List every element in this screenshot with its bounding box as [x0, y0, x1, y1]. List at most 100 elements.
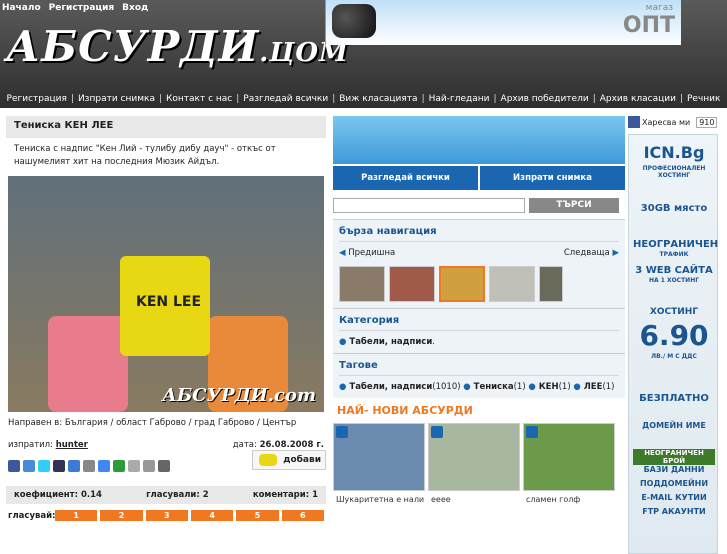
post-photo[interactable]: KEN LEE АБСУРДИ.com: [8, 176, 324, 412]
coefficient: коефициент: 0.14: [14, 490, 102, 500]
vote-button-3[interactable]: 3: [145, 510, 188, 521]
vote-button-6[interactable]: 6: [281, 510, 324, 521]
post-column: Тениска КЕН ЛЕЕ Тениска с надпис "Кен Ли…: [6, 116, 326, 527]
mainnav-send-photo[interactable]: Изпрати снимка: [78, 94, 155, 104]
mainnav-rankings-archive[interactable]: Архив класации: [600, 94, 676, 104]
category-item[interactable]: Табели, надписи.: [339, 337, 619, 347]
vote-label: гласувай:: [8, 510, 56, 521]
logo-text: АБСУРДИ: [6, 22, 260, 71]
post-description: Тениска с надпис "Кен Лий - тулибу дибу …: [14, 144, 276, 167]
newest-thumb[interactable]: сламен голф: [523, 423, 615, 504]
newest-thumb[interactable]: Шукаритетна е нали: [333, 423, 425, 504]
tag-count: (1): [602, 382, 615, 392]
print-icon[interactable]: [158, 460, 170, 472]
sender: изпратил: hunter: [8, 440, 88, 450]
ad-line: 30GB място: [640, 203, 708, 214]
vote-button-1[interactable]: 1: [55, 510, 98, 521]
site-logo[interactable]: АБСУРДИ.ЦОМ: [6, 22, 349, 71]
zoom-icon[interactable]: [336, 426, 348, 438]
thumb-2[interactable]: [389, 266, 435, 302]
comments-count[interactable]: коментари: 1: [253, 490, 318, 500]
ad-line: НЕОГРАНИЧЕН БРОЙ: [633, 449, 715, 465]
shop-small-text: магаз: [645, 3, 673, 13]
middle-banner[interactable]: [333, 116, 716, 276]
digg-icon[interactable]: [68, 460, 80, 472]
reddit-icon[interactable]: [143, 460, 155, 472]
tag-count: (1): [558, 382, 571, 392]
facebook-icon[interactable]: [8, 460, 20, 472]
zoom-icon[interactable]: [431, 426, 443, 438]
newest-caption[interactable]: сламен голф: [526, 495, 580, 504]
add-label: добави: [283, 455, 321, 465]
mainnav-dictionary[interactable]: Речник: [687, 94, 720, 104]
ad-line: ПРОФЕСИОНАЛЕН ХОСТИНГ: [642, 165, 706, 179]
delicious-icon[interactable]: [53, 460, 65, 472]
mainnav-most-viewed[interactable]: Най-гледани: [429, 94, 490, 104]
send-photo-button[interactable]: Изпрати снимка: [480, 166, 625, 190]
like-count: 910: [696, 116, 718, 128]
browse-all-button[interactable]: Разгледай всички: [333, 166, 478, 190]
ad-line: ТРАФИК: [659, 251, 689, 258]
tags-title: Тагове: [339, 360, 619, 376]
post-title: Тениска КЕН ЛЕЕ: [6, 116, 326, 138]
tags-section: Тагове Табели, надписи(1010) Тениска(1) …: [333, 353, 625, 398]
facebook-like[interactable]: Харесва ми 910: [628, 116, 718, 128]
post-stats: коефициент: 0.14 гласували: 2 коментари:…: [6, 486, 326, 504]
search-button[interactable]: ТЪРСИ: [529, 198, 619, 213]
tag-link[interactable]: Тениска: [463, 382, 513, 392]
nav-login-link[interactable]: Вход: [122, 3, 148, 13]
newest-thumb[interactable]: ееее: [428, 423, 520, 504]
category-title: Категория: [339, 315, 619, 331]
google-icon[interactable]: [98, 460, 110, 472]
thumb-5[interactable]: [539, 266, 563, 302]
sender-label: изпратил:: [8, 440, 53, 450]
add-button[interactable]: добави: [252, 450, 326, 470]
ad-line: 3 WEB САЙТА: [635, 265, 713, 276]
photo-shirt-pink: [48, 316, 128, 412]
like-label: Харесва ми: [642, 117, 691, 127]
add-icon: [259, 454, 277, 466]
vote-button-2[interactable]: 2: [100, 510, 143, 521]
top-banner-ad[interactable]: магаз ОПТ: [325, 0, 681, 45]
nav-register-link[interactable]: Регистрация: [49, 3, 115, 13]
hosting-ad[interactable]: ICN.Bg ПРОФЕСИОНАЛЕН ХОСТИНГ 30GB място …: [628, 134, 718, 554]
thumb-1[interactable]: [339, 266, 385, 302]
next-link[interactable]: Следваща ▶: [564, 248, 619, 258]
tag-link[interactable]: ЛЕЕ: [573, 382, 602, 392]
quick-nav-title: бърза навигация: [339, 226, 619, 242]
nav-home-link[interactable]: Начало: [2, 3, 41, 13]
ad-line: БАЗИ ДАННИ: [643, 465, 705, 474]
twitter-icon[interactable]: [38, 460, 50, 472]
main-nav: Регистрация | Изпрати снимка | Контакт с н…: [6, 94, 721, 104]
mainnav-browse-all[interactable]: Разгледай всички: [243, 94, 328, 104]
stumble-icon[interactable]: [113, 460, 125, 472]
mainnav-ranking[interactable]: Виж класацията: [339, 94, 417, 104]
category-link[interactable]: Табели, надписи: [339, 337, 432, 347]
newest-caption[interactable]: Шукаритетна е нали: [336, 495, 424, 504]
mainnav-winners-archive[interactable]: Архив победители: [501, 94, 589, 104]
thumb-4[interactable]: [489, 266, 535, 302]
tag-link[interactable]: Табели, надписи: [339, 382, 432, 392]
sender-link[interactable]: hunter: [56, 440, 88, 450]
prev-link[interactable]: ◀ Предишна: [339, 248, 395, 258]
ad-line: E-MAIL КУТИИ: [641, 493, 707, 502]
tag-link[interactable]: КЕН: [528, 382, 558, 392]
tag-count: (1): [513, 382, 526, 392]
header: Начало Регистрация Вход АБСУРДИ.ЦОМ мага…: [0, 0, 727, 108]
vote-button-5[interactable]: 5: [236, 510, 279, 521]
vote-button-4[interactable]: 4: [190, 510, 234, 521]
quick-nav: бърза навигация ◀ Предишна Следваща ▶: [333, 219, 625, 308]
newest-caption[interactable]: ееее: [431, 495, 451, 504]
search-input[interactable]: [333, 198, 525, 213]
bookmark-icon[interactable]: [83, 460, 95, 472]
search-bar: ТЪРСИ: [333, 198, 625, 213]
zoom-icon[interactable]: [526, 426, 538, 438]
arrow-left-icon: ◀: [339, 248, 346, 258]
myspace-icon[interactable]: [23, 460, 35, 472]
mainnav-register[interactable]: Регистрация: [7, 94, 67, 104]
thumb-current[interactable]: [439, 266, 485, 302]
email-icon[interactable]: [128, 460, 140, 472]
mainnav-contact[interactable]: Контакт с нас: [166, 94, 232, 104]
shop-logo: магаз ОПТ: [601, 3, 679, 43]
tag-list: Табели, надписи(1010) Тениска(1) КЕН(1) …: [339, 382, 619, 392]
